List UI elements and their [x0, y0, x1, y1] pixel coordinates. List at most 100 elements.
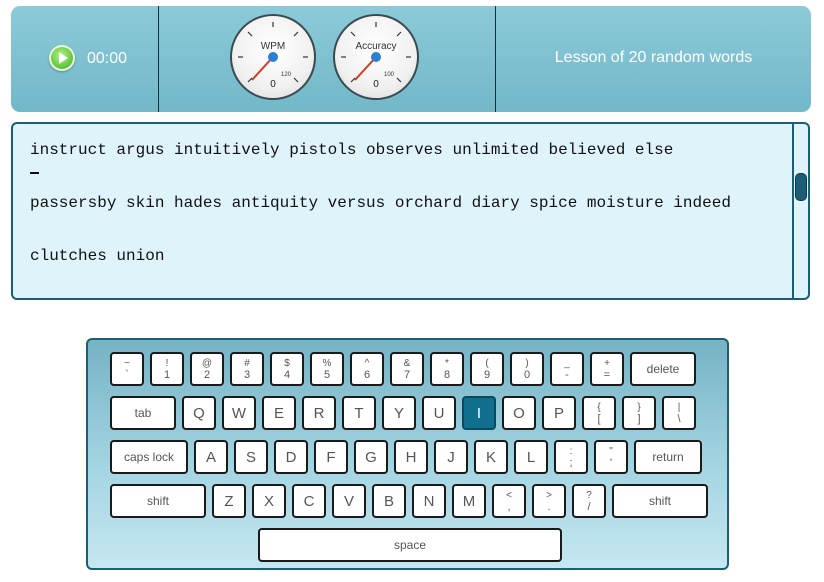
key-7[interactable]: & 7 — [390, 352, 424, 386]
key-i[interactable]: I — [462, 396, 496, 430]
key-=[interactable]: + = — [590, 352, 624, 386]
key-shift-char: & — [403, 357, 411, 369]
key-d[interactable]: D — [274, 440, 308, 474]
key-w[interactable]: W — [222, 396, 256, 430]
key-5[interactable]: % 5 — [310, 352, 344, 386]
key-shift-right[interactable]: shift — [612, 484, 708, 518]
key-symbol[interactable]: }] — [622, 396, 656, 430]
key-r[interactable]: R — [302, 396, 336, 430]
key-h[interactable]: H — [394, 440, 428, 474]
key-4[interactable]: $4 — [270, 352, 304, 386]
key-base-char: [ — [597, 412, 601, 425]
key-symbol[interactable]: :; — [554, 440, 588, 474]
key-z[interactable]: Z — [212, 484, 246, 518]
key-6[interactable]: ^ 6 — [350, 352, 384, 386]
key-base-char: 0 — [523, 368, 531, 381]
wpm-gauge-max-tick: 120 — [281, 72, 292, 78]
key-delete[interactable]: delete — [630, 352, 696, 386]
key-shift-char: : — [569, 445, 573, 457]
key-shift-char: ) — [525, 357, 529, 369]
lesson-title: Lesson of 20 random words — [554, 49, 753, 66]
scrollbar-thumb[interactable] — [795, 173, 807, 201]
key-9[interactable]: (9 — [470, 352, 504, 386]
key-symbol[interactable]: | \ — [662, 396, 696, 430]
key-shift-char: # — [244, 357, 250, 369]
key-k[interactable]: K — [474, 440, 508, 474]
key-tab[interactable]: tab — [110, 396, 176, 430]
key-space[interactable]: space — [258, 528, 562, 562]
key-base-char: 2 — [203, 368, 211, 381]
key-shift-char: + — [604, 357, 610, 369]
key-shift-char: $ — [284, 357, 290, 369]
key-shift-char: ^ — [364, 357, 370, 369]
key-0[interactable]: ) 0 — [510, 352, 544, 386]
wpm-gauge: WPM 120 0 — [230, 14, 316, 100]
key-g[interactable]: G — [354, 440, 388, 474]
key-v[interactable]: V — [332, 484, 366, 518]
key-base-char: 3 — [243, 368, 251, 381]
key-8[interactable]: * 8 — [430, 352, 464, 386]
key-base-char: / — [587, 500, 591, 513]
key-shift-char: ? — [586, 489, 592, 501]
key-n[interactable]: N — [412, 484, 446, 518]
key-1[interactable]: ! 1 — [150, 352, 184, 386]
key--[interactable]: _ - — [550, 352, 584, 386]
key-2[interactable]: @2 — [190, 352, 224, 386]
key-base-char: 8 — [443, 368, 451, 381]
key-p[interactable]: P — [542, 396, 576, 430]
on-screen-keyboard: ~ `! 1 @2 #3 $4% 5 ^ 6 & 7 * 8(9) 0 _ - + = Q W E R T Y U I O P{[}]… — [86, 338, 729, 570]
key-shift-char: * — [445, 357, 449, 369]
key-shift-char: < — [506, 489, 512, 501]
key-base-char: ` — [125, 368, 129, 381]
key-e[interactable]: E — [262, 396, 296, 430]
key-base-char: \ — [677, 412, 681, 425]
key-base-char: ' — [609, 456, 613, 469]
play-icon[interactable] — [49, 45, 75, 71]
key-t[interactable]: T — [342, 396, 376, 430]
key-return[interactable]: return — [634, 440, 702, 474]
key-`[interactable]: ~ ` — [110, 352, 144, 386]
text-line: clutches union — [30, 247, 165, 265]
key-3[interactable]: #3 — [230, 352, 264, 386]
lesson-text-panel[interactable]: instruct argus intuitively pistols obser… — [11, 122, 810, 300]
key-base-char: , — [507, 500, 511, 513]
key-symbol[interactable]: " ' — [594, 440, 628, 474]
timer: 00:00 — [87, 50, 128, 67]
key-base-char: 9 — [483, 368, 491, 381]
key-shift-char: " — [609, 445, 613, 457]
key-shift-char: ~ — [124, 357, 130, 369]
key-base-char: ] — [637, 412, 641, 425]
accuracy-gauge-value: 0 — [373, 79, 379, 90]
key-a[interactable]: A — [194, 440, 228, 474]
accuracy-gauge-max-tick: 100 — [384, 72, 395, 78]
key-u[interactable]: U — [422, 396, 456, 430]
key-caps-lock[interactable]: caps lock — [110, 440, 188, 474]
key-shift-char: ! — [165, 357, 169, 369]
key-q[interactable]: Q — [182, 396, 216, 430]
key-m[interactable]: M — [452, 484, 486, 518]
key-shift-char: @ — [201, 357, 213, 369]
key-base-char: 5 — [323, 368, 331, 381]
key-shift-left[interactable]: shift — [110, 484, 206, 518]
key-symbol[interactable]: {[ — [582, 396, 616, 430]
key-symbol[interactable]: >. — [532, 484, 566, 518]
key-b[interactable]: B — [372, 484, 406, 518]
key-shift-char: % — [322, 357, 332, 369]
text-line: passersby skin hades antiquity versus or… — [30, 194, 731, 212]
key-o[interactable]: O — [502, 396, 536, 430]
key-l[interactable]: L — [514, 440, 548, 474]
key-j[interactable]: J — [434, 440, 468, 474]
key-shift-char: _ — [564, 357, 570, 369]
key-f[interactable]: F — [314, 440, 348, 474]
wpm-gauge-label: WPM — [260, 41, 286, 52]
key-c[interactable]: C — [292, 484, 326, 518]
key-x[interactable]: X — [252, 484, 286, 518]
key-shift-char: | — [677, 401, 681, 413]
key-base-char: 4 — [283, 368, 291, 381]
scrollbar[interactable] — [792, 124, 808, 298]
key-y[interactable]: Y — [382, 396, 416, 430]
key-symbol[interactable]: <, — [492, 484, 526, 518]
key-shift-char: ( — [485, 357, 489, 369]
key-s[interactable]: S — [234, 440, 268, 474]
key-symbol[interactable]: ? / — [572, 484, 606, 518]
